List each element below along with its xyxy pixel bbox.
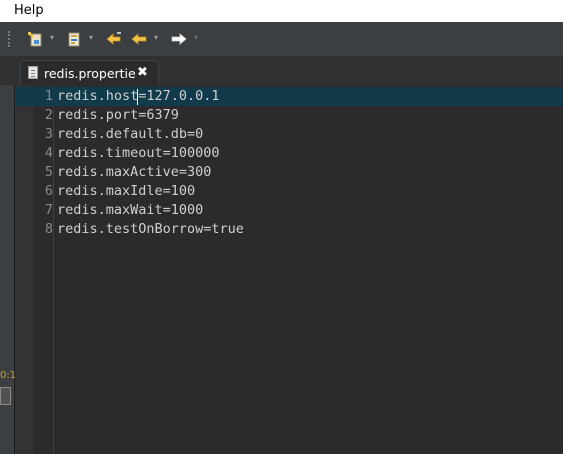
line-text: redis.port=6379	[57, 107, 179, 123]
line-text: redis.host=127.0.0.1	[57, 88, 220, 104]
line-number: 8	[44, 221, 53, 237]
side-panel-handle[interactable]	[0, 387, 11, 405]
line-text: redis.maxIdle=100	[57, 183, 196, 199]
line-text: redis.default.db=0	[57, 126, 204, 142]
open-type-icon	[68, 32, 80, 47]
back-dropdown[interactable]: ▾	[154, 34, 162, 42]
line-text: redis.timeout=100000	[57, 145, 220, 161]
toolbar: ▾ ▾ ▾ ▾	[0, 22, 563, 57]
back-button[interactable]	[130, 29, 148, 49]
code-line-5[interactable]: 5 redis.maxActive=300	[15, 163, 563, 182]
new-wizard-dropdown[interactable]: ▾	[50, 34, 58, 42]
open-type-button[interactable]	[65, 29, 83, 49]
code-editor[interactable]: 1 redis.host=127.0.0.1 2 redis.port=6379…	[15, 85, 563, 454]
line-number: 7	[44, 202, 53, 218]
code-line-7[interactable]: 7 redis.maxWait=1000	[15, 201, 563, 220]
text-caret	[137, 89, 138, 105]
last-edit-location-icon	[106, 32, 121, 45]
last-edit-location-button[interactable]	[104, 29, 124, 49]
line-number: 6	[44, 183, 53, 199]
tab-title: redis.propertie	[44, 66, 136, 81]
line-text: redis.maxWait=1000	[57, 202, 204, 218]
editor-tab[interactable]: redis.propertie ✖	[20, 60, 159, 86]
line-number: 4	[44, 145, 53, 161]
close-icon[interactable]: ✖	[137, 65, 148, 80]
line-text: redis.testOnBorrow=true	[57, 221, 244, 237]
line-number: 1	[44, 88, 53, 104]
menu-bar: Help	[0, 0, 563, 22]
side-panel-label: 0:1	[0, 370, 17, 381]
editor-tab-strip: redis.propertie ✖	[0, 57, 563, 86]
code-line-6[interactable]: 6 redis.maxIdle=100	[15, 182, 563, 201]
open-type-dropdown[interactable]: ▾	[89, 34, 97, 42]
line-number: 2	[44, 107, 53, 123]
code-line-8[interactable]: 8 redis.testOnBorrow=true	[15, 220, 563, 239]
new-wizard-icon	[27, 31, 42, 47]
line-number: 3	[44, 126, 53, 142]
forward-icon	[171, 33, 187, 45]
code-line-3[interactable]: 3 redis.default.db=0	[15, 125, 563, 144]
line-text: redis.maxActive=300	[57, 164, 212, 180]
new-wizard-button[interactable]	[26, 29, 44, 49]
line-number: 5	[44, 164, 53, 180]
toolbar-grip[interactable]	[8, 31, 12, 47]
file-icon	[28, 66, 38, 79]
forward-dropdown: ▾	[194, 33, 199, 42]
code-line-1[interactable]: 1 redis.host=127.0.0.1	[15, 87, 563, 106]
code-line-4[interactable]: 4 redis.timeout=100000	[15, 144, 563, 163]
forward-button[interactable]	[170, 29, 188, 49]
code-line-2[interactable]: 2 redis.port=6379	[15, 106, 563, 125]
menu-help[interactable]: Help	[14, 3, 44, 18]
back-icon	[131, 33, 147, 45]
